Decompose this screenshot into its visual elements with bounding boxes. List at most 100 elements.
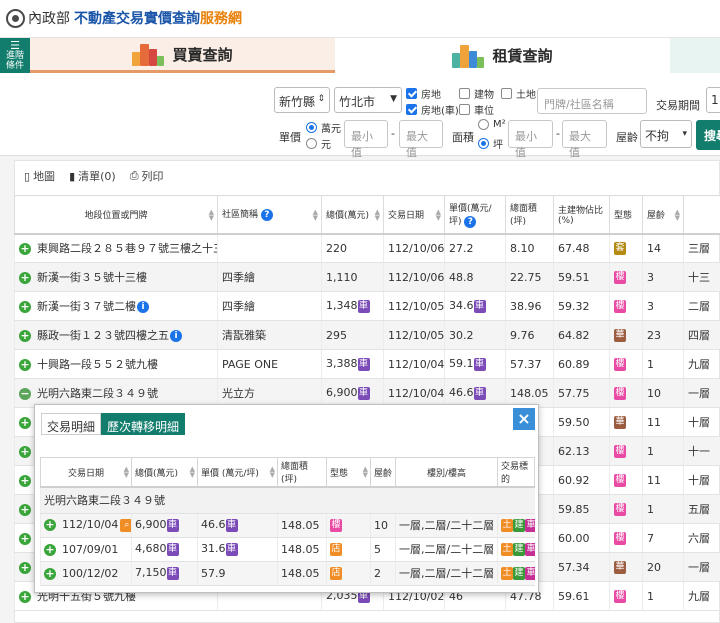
district-select[interactable]: 竹北市 ▼ [334,87,402,113]
table-row[interactable]: + 十興路一段５５２號九樓 PAGE ONE 3,388車 112/10/04 5… [14,349,720,379]
print-button[interactable]: ⎙ 列印 [130,168,164,184]
help-icon[interactable]: ? [260,209,273,222]
type-checkbox-land[interactable]: 土地 [501,86,536,101]
floor-cell: 五層 [683,494,720,524]
info-icon[interactable]: i [170,330,182,342]
period-value: 11 [711,93,720,107]
col-type[interactable]: 型態 [609,195,643,235]
col-age[interactable]: 屋齡 ▲ ▼ [642,195,684,235]
expand-plus-icon[interactable]: + [44,567,56,580]
hcol-type[interactable]: 型態 ▲ ▼ [326,457,371,488]
hcol-total[interactable]: 總價(萬元) ▲ ▼ [131,457,198,488]
expand-plus-icon[interactable]: + [19,359,31,371]
tab-sale[interactable]: 買賣查詢 [30,38,335,73]
ratio-cell: 57.75 [553,378,610,408]
expand-plus-icon[interactable]: + [19,416,31,429]
col-total[interactable]: 總價(萬元) ▲ ▼ [321,195,384,235]
col-unit-price[interactable]: 單價(萬元/坪) ? [444,195,506,235]
address-text: 光明六路東二段３４９號 [37,387,158,400]
type-checkbox-house-parking[interactable]: 房地(車) [406,102,459,117]
col-main-ratio[interactable]: 主建物佔比(%) [553,195,610,235]
unit-radio-yuan[interactable]: 元 [306,136,331,151]
sliders-icon: ☰ [10,39,20,52]
tab-extra[interactable] [670,38,720,73]
address-cell[interactable]: + 新漢一街３７號二樓 i [14,291,218,321]
table-row[interactable]: + 縣政一街１２３號四樓之五 i 清翫雅築 295 112/10/05 30.2 9… [14,320,720,350]
area-max-input[interactable]: 最大值 [562,120,607,159]
type-checkbox-parking[interactable]: 車位 [459,102,494,117]
address-cell[interactable]: + 新漢一街３５號十三樓 [14,262,218,292]
table-row[interactable]: + 新漢一街３５號十三樓 四季繪 1,110 112/10/06 48.8 22.… [14,262,720,292]
area-min-input[interactable]: 最小值 [508,120,553,159]
type-checkbox-building[interactable]: 建物 [459,86,494,101]
price-max-input[interactable]: 最大值 [399,120,443,159]
expand-plus-icon[interactable]: + [19,591,31,603]
col-date[interactable]: 交易日期 ▲ ▼ [383,195,445,235]
unit-radio-wan[interactable]: 萬元 [306,120,341,135]
hcol-age[interactable]: 屋齡 [370,457,396,488]
col-area[interactable]: 總面積(坪) [505,195,554,235]
address-cell[interactable]: + 十興路一段５５２號九樓 [14,349,218,379]
close-icon[interactable]: × [513,408,535,430]
area-cell: 9.76 [505,320,554,350]
address-cell[interactable]: + 東興路二段２８５巷９７號三樓之十三 [14,233,218,263]
search-button[interactable]: 搜尋 [696,120,720,150]
hcol-unit[interactable]: 單價 (萬元/坪) ▲ ▼ [197,457,278,488]
expand-plus-icon[interactable]: + [19,503,31,516]
expand-plus-icon[interactable]: + [19,243,31,256]
expand-plus-icon[interactable]: + [19,532,31,545]
age-cell: 1 [642,581,684,611]
history-row[interactable]: +112/10/04 ⌕ 6,900車 46.6車 148.05 樓 10 一層,… [40,513,535,538]
help-icon[interactable]: ? [464,215,477,228]
unit-price-text: 34.6 [449,299,474,313]
hcol-floor[interactable]: 樓別/樓高 [395,457,498,488]
type-checkbox-house[interactable]: 房地 [406,86,441,101]
col-floor[interactable] [683,195,720,235]
map-button[interactable]: ▯ 地圖 [24,168,55,184]
table-row[interactable]: + 新漢一街３７號二樓 i 四季繪 1,348車 112/10/05 34.6車 3… [14,291,720,321]
col-address[interactable]: 地段位置或門牌 ▲ ▼ [14,195,218,235]
tab-rent[interactable]: 租賃查詢 [335,38,670,73]
expand-plus-icon[interactable]: + [19,301,31,313]
hcol-date[interactable]: 交易日期 ▲ ▼ [40,457,132,488]
expand-plus-icon[interactable]: + [19,272,31,284]
expand-plus-icon[interactable]: + [19,561,31,574]
age-cell: 1 [642,436,684,466]
collapse-minus-icon[interactable]: − [19,388,31,400]
age-select[interactable]: 不拘 ▾ [640,120,692,148]
area-radio-m2[interactable]: M² [478,119,506,130]
hcol-target[interactable]: 交易標的 [497,457,535,488]
address-cell[interactable]: + 縣政一街１２３號四樓之五 i [14,320,218,350]
history-row[interactable]: +107/09/01 4,680車 31.6車 148.05 店 5 一層,二層… [40,537,535,562]
expand-plus-icon[interactable]: + [44,543,56,556]
expand-plus-icon[interactable]: + [19,474,31,487]
price-min-input[interactable]: 最小值 [344,120,388,159]
floor-cell: 十三 [683,262,720,292]
county-select[interactable]: 新竹縣 ⇕ [274,87,330,113]
col-label: 型態 [614,210,633,221]
table-row[interactable]: + 東興路二段２８５巷９７號三樓之十三 220 112/10/06 27.2 8.… [14,233,720,263]
info-icon[interactable]: i [137,301,149,313]
list-button[interactable]: ▮ 清單(0) [69,168,116,184]
floor-cell: 一層 [683,378,720,408]
period-select[interactable]: 11 [706,87,720,113]
magnifier-icon[interactable]: ⌕ [120,518,132,532]
expand-plus-icon[interactable]: + [44,519,56,532]
site-logo[interactable]: 內政部 不動產交易實價查詢 服務網 [6,8,242,28]
ratio-cell: 59.61 [553,581,610,611]
area-radio-ping[interactable]: 坪 [478,136,503,151]
parking-badge: 車 [473,357,486,371]
address-input[interactable]: 門牌/社區名稱 [537,88,647,114]
tab-transaction-detail[interactable]: 交易明細 [41,413,102,435]
expand-plus-icon[interactable]: + [19,330,31,342]
advanced-conditions-button[interactable]: ☰ 進階 條件 [0,38,30,73]
history-row[interactable]: +100/12/02 7,150車 57.9 148.05 店 2 一層,二層/… [40,561,535,586]
col-label: 樓別/樓高 [426,468,467,479]
unit-option: 萬元 [321,124,341,135]
tab-transfer-history[interactable]: 歷次轉移明細 [101,413,186,435]
col-community[interactable]: 社區簡稱 ? ▲ ▼ [217,195,322,235]
expand-plus-icon[interactable]: + [19,445,31,458]
radio-icon [478,119,489,130]
hcol-area[interactable]: 總面積(坪) [277,457,327,488]
hist-date-cell: +100/12/02 [40,561,132,586]
